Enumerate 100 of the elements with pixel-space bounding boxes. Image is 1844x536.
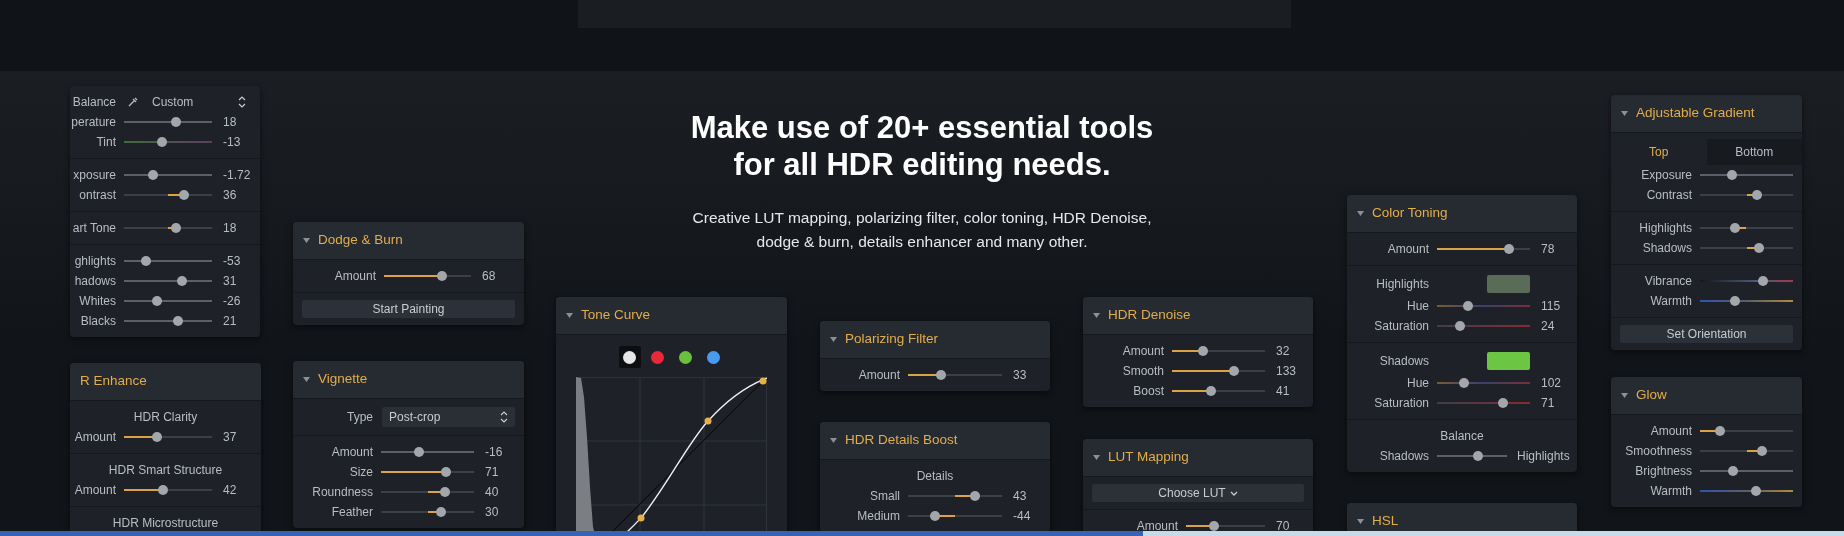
panel-header[interactable]: Adjustable Gradient: [1611, 95, 1802, 132]
slider-thumb[interactable]: [1730, 296, 1741, 306]
slider-label: Whites: [78, 293, 116, 310]
slider-thumb[interactable]: [930, 511, 941, 521]
slider-thumb[interactable]: [1455, 321, 1466, 331]
slider-thumb[interactable]: [1503, 244, 1514, 254]
slider-thumb[interactable]: [1757, 446, 1768, 456]
slider-thumb[interactable]: [1714, 426, 1725, 436]
slider-label: Amount: [73, 482, 116, 499]
slider-label: Amount: [333, 268, 376, 285]
slider-value: 115: [1541, 298, 1561, 315]
slider-thumb[interactable]: [170, 117, 181, 127]
slider-thumb[interactable]: [151, 296, 162, 306]
panel-title: HDR Denoise: [1108, 306, 1191, 325]
panel-button[interactable]: Start Painting: [302, 300, 515, 318]
type-select[interactable]: Post-crop: [382, 407, 515, 427]
panel-header[interactable]: Dodge & Burn: [293, 222, 524, 259]
section-heading: Balance: [1440, 428, 1484, 445]
color-swatch[interactable]: [1487, 275, 1530, 293]
panel-title: Adjustable Gradient: [1636, 104, 1755, 123]
tab[interactable]: Top: [1611, 139, 1707, 165]
caret-icon: [303, 238, 310, 243]
slider-thumb[interactable]: [1726, 170, 1737, 180]
section-heading: HDR Microstructure: [112, 515, 219, 531]
panel-button[interactable]: Set Orientation: [1620, 325, 1793, 343]
slider-thumb[interactable]: [141, 256, 151, 266]
panel-header[interactable]: Vignette: [293, 361, 524, 398]
slider-label: Blacks: [79, 313, 116, 330]
slider-thumb[interactable]: [1751, 190, 1762, 200]
balance-label: Highlights: [1517, 448, 1570, 465]
slider-thumb[interactable]: [157, 485, 168, 495]
mode-select[interactable]: Custom: [152, 93, 252, 111]
caret-icon: [830, 337, 837, 342]
slider-label: Shadows: [1641, 240, 1692, 257]
panel-header[interactable]: Color Toning: [1347, 195, 1577, 232]
slider-thumb[interactable]: [1730, 223, 1741, 233]
slider-value: 41: [1276, 383, 1290, 400]
slider-label: Exposure: [1640, 167, 1692, 184]
slider-thumb[interactable]: [1758, 276, 1769, 286]
slider-thumb[interactable]: [1462, 301, 1473, 311]
channel-button[interactable]: [618, 346, 641, 368]
slider-thumb[interactable]: [1727, 466, 1738, 476]
panel-header[interactable]: HSL: [1347, 503, 1577, 531]
chevron-down-icon: [1229, 490, 1238, 496]
panel-header[interactable]: HDR Denoise: [1083, 297, 1313, 334]
slider-thumb[interactable]: [969, 491, 980, 501]
slider-thumb[interactable]: [177, 276, 188, 286]
slider-thumb[interactable]: [1750, 486, 1761, 496]
swatch-label: Highlights: [1375, 276, 1429, 293]
panel-header[interactable]: Polarizing Filter: [820, 321, 1050, 358]
slider-label: Smoothness: [1624, 443, 1692, 460]
section-heading: HDR Clarity: [133, 409, 198, 426]
panel-title: LUT Mapping: [1108, 448, 1189, 467]
panel-header[interactable]: Tone Curve: [556, 297, 787, 334]
panel-button[interactable]: Choose LUT: [1092, 484, 1304, 502]
slider-thumb[interactable]: [414, 447, 425, 457]
panel-header[interactable]: R Enhance: [70, 363, 261, 400]
slider-thumb[interactable]: [437, 271, 448, 281]
panel-title: Color Toning: [1372, 204, 1448, 223]
slider-value: 21: [223, 313, 237, 330]
slider-label: Feather: [330, 504, 373, 521]
slider-thumb[interactable]: [1498, 398, 1508, 408]
slider-thumb[interactable]: [1197, 346, 1208, 356]
slider-thumb[interactable]: [436, 507, 447, 517]
slider-label: Warmth: [1649, 293, 1692, 310]
panel-header[interactable]: Glow: [1611, 377, 1802, 414]
slider-label: Amount: [1121, 343, 1164, 360]
slider-thumb[interactable]: [1458, 378, 1469, 388]
slider-value: 32: [1276, 343, 1290, 360]
slider-label: Highlights: [1638, 220, 1692, 237]
slider-value: 78: [1541, 241, 1555, 258]
slider-label: Medium: [856, 508, 900, 525]
slider-thumb[interactable]: [1472, 451, 1483, 461]
slider-thumb[interactable]: [170, 223, 181, 233]
slider-value: 30: [485, 504, 499, 521]
slider-thumb[interactable]: [1206, 386, 1217, 396]
select-label: Type: [346, 409, 373, 426]
slider-thumb[interactable]: [1208, 521, 1219, 531]
slider-value: -44: [1013, 508, 1031, 525]
slider-value: 71: [485, 464, 499, 481]
slider-value: 18: [223, 220, 237, 237]
section-heading: HDR Smart Structure: [108, 462, 223, 479]
slider-thumb[interactable]: [156, 137, 167, 147]
eyedropper-icon: [128, 97, 138, 107]
slider-thumb[interactable]: [178, 190, 189, 200]
slider-thumb[interactable]: [935, 370, 946, 380]
color-swatch[interactable]: [1487, 352, 1530, 370]
slider-thumb[interactable]: [1753, 243, 1764, 253]
slider-value: 40: [485, 484, 499, 501]
slider-thumb[interactable]: [440, 487, 451, 497]
panel-header[interactable]: LUT Mapping: [1083, 439, 1313, 476]
slider-label: Small: [869, 488, 900, 505]
panel-header[interactable]: HDR Details Boost: [820, 422, 1050, 459]
tab[interactable]: Bottom: [1706, 139, 1802, 165]
slider-label: Roundness: [311, 484, 373, 501]
slider-thumb[interactable]: [148, 170, 159, 180]
slider-thumb[interactable]: [172, 316, 183, 326]
slider-thumb[interactable]: [441, 467, 452, 477]
slider-thumb[interactable]: [152, 432, 163, 442]
slider-thumb[interactable]: [1229, 366, 1240, 376]
